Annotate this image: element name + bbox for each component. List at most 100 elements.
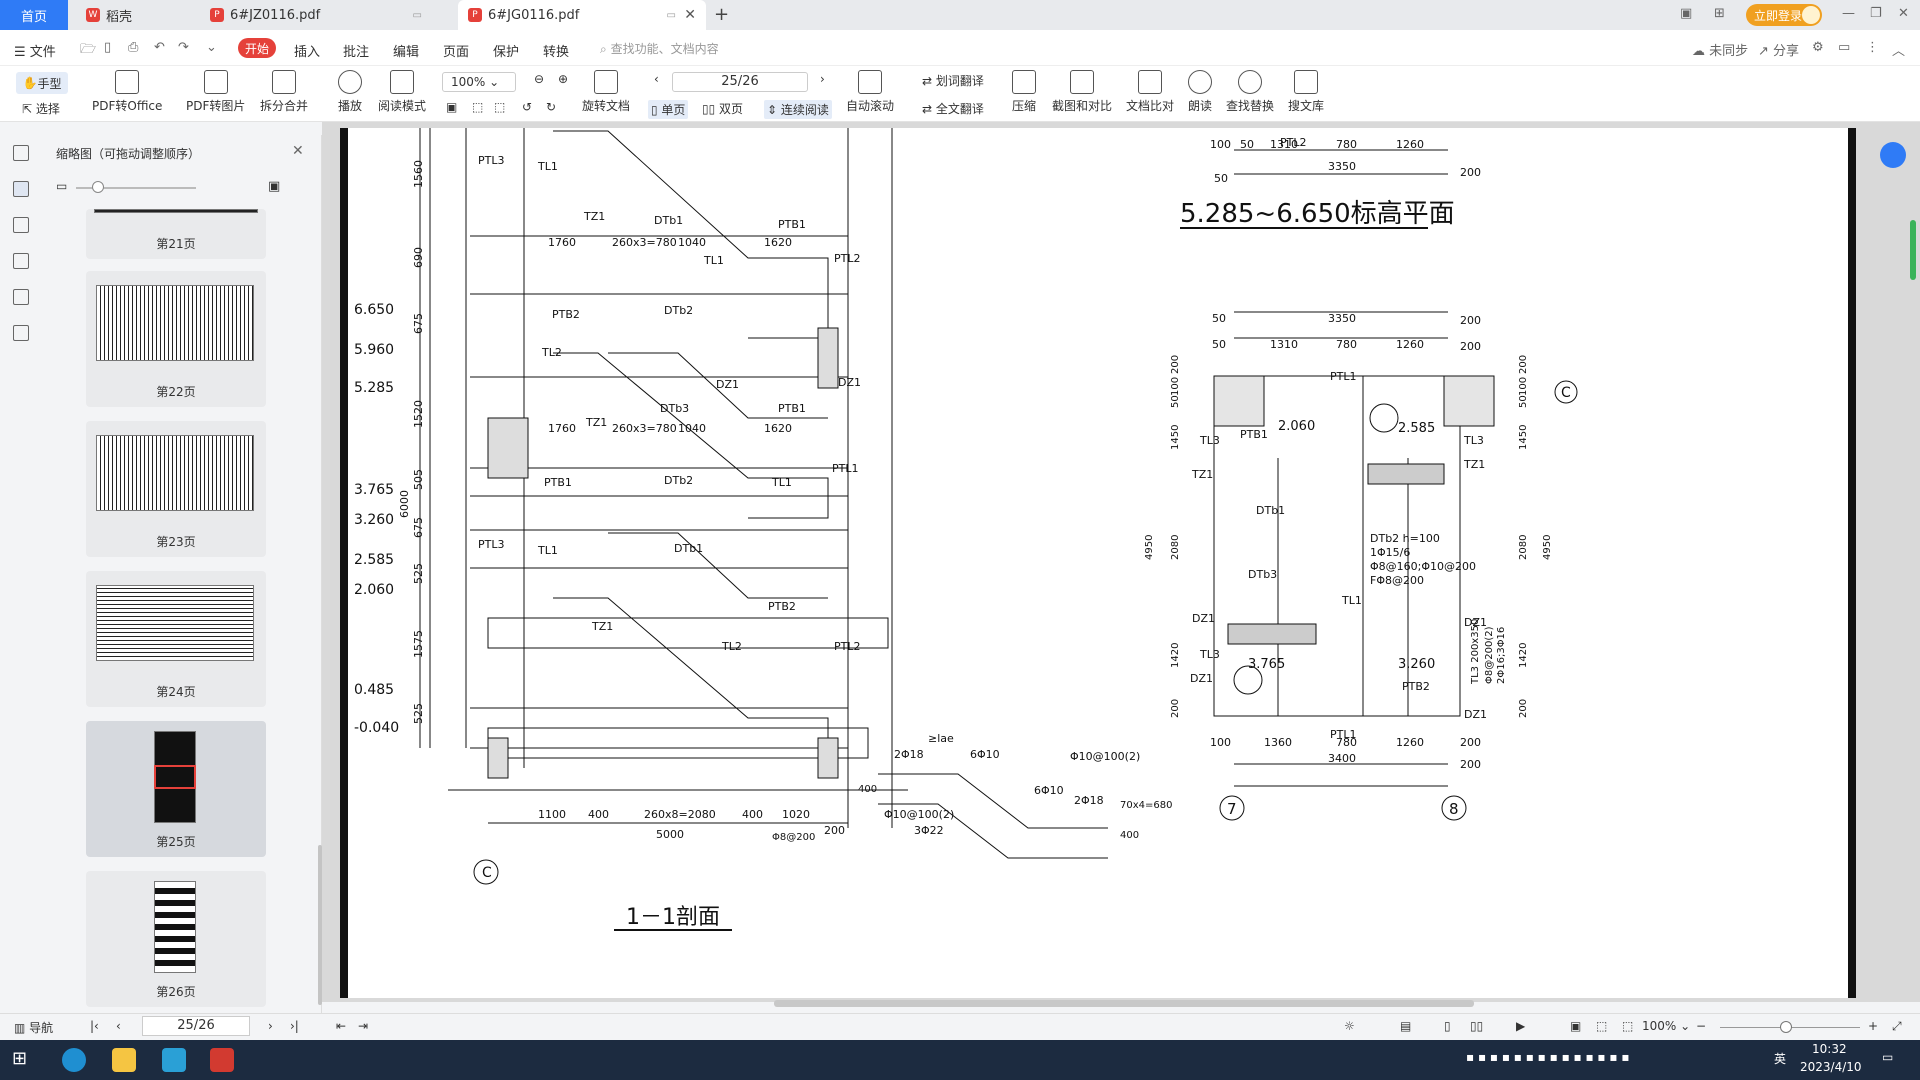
login-button[interactable]: 立即登录 [1746,4,1822,26]
auto-scroll-button[interactable]: 自动滚动 [846,70,894,114]
read-aloud-button[interactable]: 朗读 [1188,70,1212,114]
ime-indicator[interactable]: 英 [1774,1050,1786,1067]
layers-icon[interactable] [13,325,29,341]
status-zoom-out-icon[interactable]: − [1696,1019,1706,1033]
menu-convert[interactable]: 转换 [543,41,569,60]
fit-width-icon[interactable]: ⬚ [494,100,505,114]
explorer-icon[interactable] [112,1048,136,1072]
thumbnail-page-25[interactable]: 第25页 [86,721,266,857]
double-page-button[interactable]: ▯▯ 双页 [702,100,743,117]
status-page-input[interactable]: 25/26 [142,1016,250,1036]
search-input[interactable]: ⌕ 查找功能、文档内容 [600,40,719,57]
window-icon[interactable]: ▭ [667,10,676,21]
prev-page-icon[interactable]: ‹ [654,72,659,86]
windows-start-icon[interactable]: ⊞ [12,1048,36,1072]
page-input[interactable]: 25/26 [672,72,808,92]
prev-page-icon[interactable]: ‹ [116,1019,121,1033]
apps-grid-icon[interactable]: ⊞ [1714,6,1725,21]
menu-edit[interactable]: 编辑 [393,41,419,60]
eye-protect-icon[interactable]: ☼ [1344,1019,1355,1033]
collapse-icon[interactable]: ︿ [1892,40,1905,59]
menu-file[interactable]: ☰ 文件 [14,41,56,60]
tab-home[interactable]: 首页 [0,0,68,30]
close-window-icon[interactable]: ✕ [1898,6,1909,21]
menu-protect[interactable]: 保护 [493,41,519,60]
notification-icon[interactable]: ▭ [1882,1050,1893,1064]
comment-icon[interactable] [13,217,29,233]
zoom-select[interactable]: 100% ⌄ [442,72,516,92]
save-icon[interactable]: ▯ [104,40,111,55]
split-merge-button[interactable]: 拆分合并 [260,70,308,114]
print-icon[interactable]: ⎙ [128,40,138,55]
slider-handle[interactable] [92,181,104,193]
select-tool-button[interactable]: ⇱ 选择 [22,100,60,117]
app-t-icon[interactable] [162,1048,186,1072]
single-page-button[interactable]: ▯ 单页 [648,100,689,119]
rotate-doc-button[interactable]: 旋转文档 [582,70,630,114]
read-mode-button[interactable]: 阅读模式 [378,70,426,114]
large-image-icon[interactable]: ▣ [268,179,280,194]
word-translate-button[interactable]: ⇄ 划词翻译 [922,72,984,89]
close-tab-icon[interactable]: ✕ [684,7,696,23]
more-menu-icon[interactable]: ⋮ [1866,40,1879,55]
pdf-to-image-button[interactable]: PDF转图片 [186,70,245,114]
thumbnail-page-24[interactable]: 第24页 [86,571,266,707]
attachment-icon[interactable] [13,253,29,269]
thumbnail-icon[interactable] [13,181,29,197]
message-icon[interactable]: ▭ [1838,40,1850,55]
fit-icon[interactable]: ⬚ [1596,1019,1607,1033]
rotate-right-icon[interactable]: ↻ [546,100,556,114]
next-page-icon[interactable]: › [268,1019,273,1033]
thumbnail-page-22[interactable]: 第22页 [86,271,266,407]
thumbnail-page-26[interactable]: 第26页 [86,871,266,1007]
close-panel-icon[interactable]: ✕ [292,143,304,159]
last-page-icon[interactable]: ›| [290,1019,299,1033]
fit-page-icon[interactable]: ⬚ [472,100,483,114]
next-page-icon[interactable]: › [820,72,825,86]
clock-date[interactable]: 2023/4/10 [1800,1060,1862,1074]
status-zoom-in-icon[interactable]: + [1868,1019,1878,1033]
vertical-scrollbar[interactable] [1910,220,1916,280]
thumbnail-page-21[interactable]: 第21页 [86,209,266,259]
play-icon[interactable]: ▶ [1516,1019,1525,1033]
search-library-button[interactable]: 搜文库 [1288,70,1324,114]
more-icon[interactable]: ⌄ [206,40,217,55]
continuous-icon[interactable]: ▤ [1400,1019,1411,1033]
hand-tool-button[interactable]: ✋ 手型 [16,72,68,94]
tab-jz0116[interactable]: P 6#JZ0116.pdf ▭ [200,0,452,30]
menu-page[interactable]: 页面 [443,41,469,60]
thumbnail-page-23[interactable]: 第23页 [86,421,266,557]
continuous-read-button[interactable]: ⇕ 连续阅读 [764,100,832,119]
undo-icon[interactable]: ↶ [154,40,165,55]
restore-icon[interactable]: ❐ [1870,6,1882,21]
layout-icon[interactable]: ▣ [1680,6,1692,21]
window-icon[interactable]: ▭ [413,10,422,21]
wps-icon[interactable] [210,1048,234,1072]
menu-start[interactable]: 开始 [238,38,276,58]
status-zoom[interactable]: 100% ⌄ [1642,1019,1690,1033]
fit-width-icon[interactable]: ⬚ [1622,1019,1633,1033]
zoom-slider-handle[interactable] [1780,1021,1792,1033]
pdf-to-office-button[interactable]: PDF转Office [92,70,162,114]
clock-time[interactable]: 10:32 [1812,1042,1847,1056]
signature-icon[interactable] [13,289,29,305]
first-page-icon[interactable]: |‹ [90,1019,99,1033]
edge-icon[interactable] [62,1048,86,1072]
menu-annotate[interactable]: 批注 [343,41,369,60]
tab-docer[interactable]: W 稻壳 [76,0,196,30]
find-replace-button[interactable]: 查找替换 [1226,70,1274,114]
double-view-icon[interactable]: ▯▯ [1470,1019,1483,1033]
actual-size-icon[interactable]: ▣ [1570,1019,1581,1033]
small-image-icon[interactable]: ▭ [56,179,67,193]
redo-icon[interactable]: ↷ [178,40,189,55]
tab-jg0116[interactable]: P 6#JG0116.pdf ▭ ✕ [458,0,706,30]
forward-icon[interactable]: ⇥ [358,1019,368,1033]
share-button[interactable]: ↗ 分享 [1758,40,1799,59]
menu-insert[interactable]: 插入 [294,41,320,60]
zoom-in-icon[interactable]: ⊕ [558,72,568,86]
compress-button[interactable]: 压缩 [1012,70,1036,114]
play-button[interactable]: 播放 [338,70,362,114]
screenshot-compare-button[interactable]: 截图和对比 [1052,70,1112,114]
single-view-icon[interactable]: ▯ [1444,1019,1451,1033]
settings-icon[interactable]: ⚙ [1812,40,1824,55]
